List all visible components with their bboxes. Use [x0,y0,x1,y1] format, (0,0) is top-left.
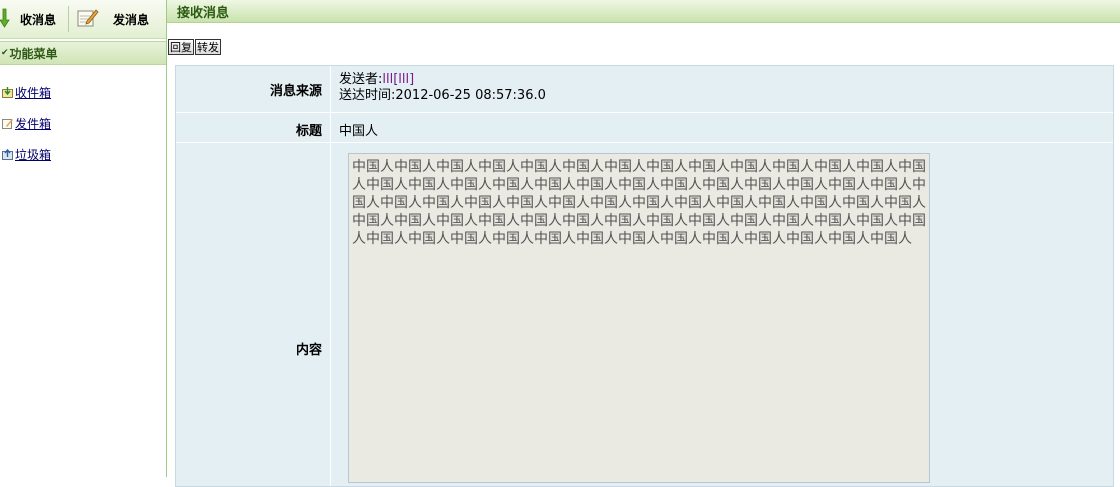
message-detail-panel: 消息来源 发送者:lll[lll] 送达时间:2012-06-25 08:57:… [175,65,1114,487]
inbox-icon [2,87,13,98]
send-message-button[interactable]: 发消息 [77,0,155,38]
menu-item-inbox-link[interactable]: 收件箱 [15,84,51,101]
main-area: 接收消息 回复 转发 消息来源 发送者:lll[lll] 送达时间:2012-0… [167,0,1120,487]
menu-item-outbox[interactable]: 发件箱 [0,108,166,139]
check-icon: ✔ [1,48,9,58]
compose-icon [77,8,99,31]
menu-header: ✔ 功能菜单 [0,41,166,65]
menu-list: 收件箱 发件箱 垃圾箱 [0,65,166,170]
content-textarea[interactable]: 中国人中国人中国人中国人中国人中国人中国人中国人中国人中国人中国人中国人中国人中… [348,153,930,483]
sender-link[interactable]: lll[lll] [382,72,414,87]
down-arrow-icon [0,7,16,32]
time-prefix: 送达时间: [339,88,396,103]
subject-label: 标题 [295,124,322,139]
time-value: 2012-06-25 08:57:36.0 [395,88,546,103]
menu-item-trash-link[interactable]: 垃圾箱 [15,146,51,163]
menu-item-outbox-link[interactable]: 发件箱 [15,115,51,132]
send-message-label: 发消息 [113,12,150,27]
action-buttons: 回复 转发 [167,39,1120,55]
content-label: 内容 [295,343,322,358]
receive-message-label: 收消息 [20,12,57,27]
subject-value: 中国人 [339,124,379,139]
left-sidebar: 收消息 发消息 ✔ 功能菜单 收件箱 发件箱 垃圾箱 [0,0,167,477]
forward-button[interactable]: 转发 [195,39,221,55]
source-value: 发送者:lll[lll] 送达时间:2012-06-25 08:57:36.0 [339,72,546,104]
row-subject: 标题 中国人 [176,113,1113,143]
reply-button[interactable]: 回复 [168,39,194,55]
sender-prefix: 发送者: [339,72,383,87]
menu-item-trash[interactable]: 垃圾箱 [0,139,166,170]
source-label: 消息来源 [269,84,322,99]
outbox-icon [2,118,13,129]
trash-icon [2,148,13,160]
menu-header-label: 功能菜单 [9,46,58,61]
row-source: 消息来源 发送者:lll[lll] 送达时间:2012-06-25 08:57:… [176,66,1113,113]
receive-message-button[interactable]: 收消息 [0,0,62,38]
top-toolbar: 收消息 发消息 [0,0,166,39]
toolbar-divider [68,6,70,32]
page-title: 接收消息 [167,0,1120,23]
menu-item-inbox[interactable]: 收件箱 [0,77,166,108]
